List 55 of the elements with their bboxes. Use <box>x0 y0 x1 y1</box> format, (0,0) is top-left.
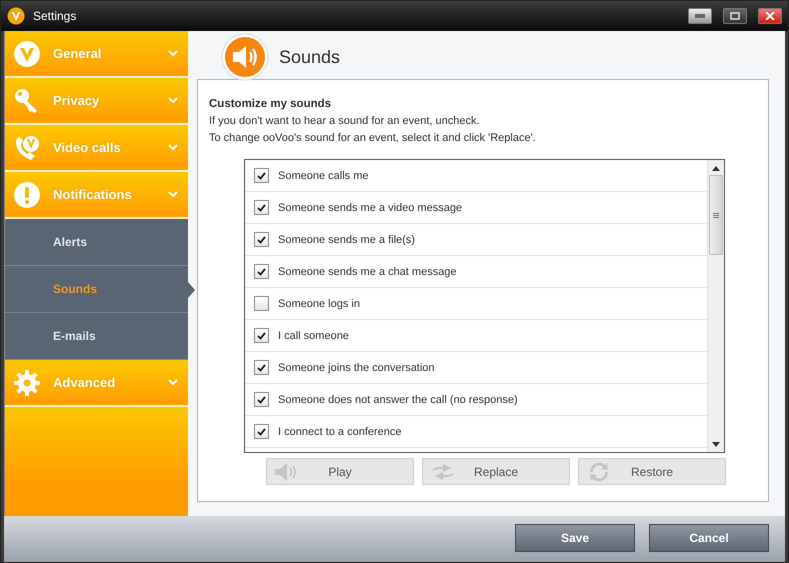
maximize-icon <box>730 12 740 20</box>
scrollbar[interactable] <box>707 160 724 452</box>
event-label[interactable]: I connect to a conference <box>278 426 402 438</box>
scroll-up-icon <box>712 166 720 171</box>
checkbox[interactable] <box>254 392 269 407</box>
footer-button[interactable]: Cancel <box>649 524 769 552</box>
chevron-icon <box>168 379 178 386</box>
event-label[interactable]: Someone sends me a chat message <box>278 266 457 278</box>
swap-icon <box>429 462 457 482</box>
gear-icon <box>13 368 41 396</box>
checkbox[interactable] <box>254 296 269 311</box>
checkbox[interactable] <box>254 264 269 279</box>
event-label[interactable]: Someone calls me <box>278 170 368 182</box>
page-title: Sounds <box>279 46 340 68</box>
check-icon <box>257 332 266 340</box>
logo-icon <box>7 7 25 25</box>
instruction-text: If you don't want to hear a sound for an event, uncheck. <box>209 115 481 127</box>
maximize-button[interactable] <box>723 8 747 24</box>
chevron-icon <box>168 97 178 104</box>
phone-icon <box>13 134 41 162</box>
event-label[interactable]: Someone sends me a video message <box>278 202 462 214</box>
checkbox[interactable] <box>254 232 269 247</box>
section-heading: Customize my sounds <box>209 98 332 110</box>
chevron-icon <box>168 50 178 57</box>
checkbox[interactable] <box>254 424 269 439</box>
alert-icon <box>13 180 41 208</box>
check-icon <box>257 364 266 372</box>
footer-button[interactable]: Save <box>515 524 635 552</box>
check-icon <box>257 268 266 276</box>
instruction-text: To change ooVoo's sound for an event, select it and click 'Replace'. <box>209 132 537 144</box>
event-label[interactable]: Someone logs in <box>278 298 360 310</box>
minimize-icon <box>695 14 705 18</box>
scroll-thumb[interactable] <box>709 175 723 255</box>
checkbox[interactable] <box>254 200 269 215</box>
minimize-button[interactable] <box>688 8 712 24</box>
check-icon <box>257 396 266 404</box>
window-title: Settings <box>33 9 78 23</box>
chevron-icon <box>168 144 178 151</box>
close-button[interactable] <box>758 8 782 24</box>
close-icon <box>765 12 775 20</box>
event-label[interactable]: Someone joins the conversation <box>278 362 435 374</box>
checkbox[interactable] <box>254 328 269 343</box>
checkbox[interactable] <box>254 360 269 375</box>
event-label[interactable]: Someone sends me a file(s) <box>278 234 415 246</box>
logo-icon <box>13 40 41 68</box>
check-icon <box>257 428 266 436</box>
scroll-down-icon <box>712 442 720 447</box>
check-icon <box>257 236 266 244</box>
event-label[interactable]: I call someone <box>278 330 349 342</box>
checkbox[interactable] <box>254 168 269 183</box>
sidebar-item[interactable]: Alerts <box>5 219 188 266</box>
check-icon <box>257 204 266 212</box>
check-icon <box>257 172 266 180</box>
chevron-icon <box>168 191 178 198</box>
event-label[interactable]: Someone does not answer the call (no response) <box>278 394 518 406</box>
